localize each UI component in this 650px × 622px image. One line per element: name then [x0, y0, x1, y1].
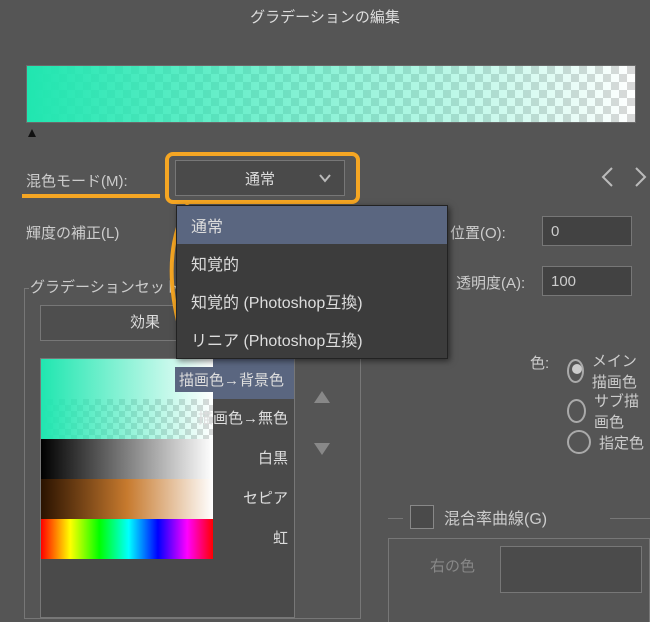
gradient-preview[interactable] [26, 65, 636, 123]
preset-item[interactable]: 描画色→無色 [41, 399, 294, 439]
blend-mode-option[interactable]: 通常 [177, 206, 447, 244]
opacity-label: 透明度(A): [456, 272, 525, 293]
group-border [610, 518, 650, 519]
blend-curve-checkbox[interactable]: 混合率曲線(G) [410, 505, 547, 529]
prev-stop-button[interactable] [600, 166, 616, 194]
preset-label: セピア [243, 487, 288, 508]
preset-list[interactable]: 描画色→背景色 描画色→無色 白黒 セピア [40, 358, 295, 618]
preset-item[interactable]: 虹 [41, 519, 294, 559]
blend-mode-option[interactable]: 知覚的 [177, 244, 447, 282]
gradient-stop-markers[interactable] [26, 126, 636, 138]
radio-label: メイン描画色 [592, 350, 650, 392]
annotation-underline [22, 194, 160, 198]
blend-mode-label: 混色モード(M): [26, 170, 128, 191]
right-color-label: 右の色 [430, 555, 475, 576]
preset-label: 描画色→背景色 [175, 367, 288, 392]
window-title: グラデーションの編集 [0, 6, 650, 27]
brightness-correction-label: 輝度の補正(L) [26, 222, 119, 243]
position-input[interactable] [542, 216, 632, 246]
preset-item[interactable]: 白黒 [41, 439, 294, 479]
color-radio-sub[interactable]: サブ描画色 [567, 390, 650, 432]
right-color-field[interactable] [500, 546, 642, 593]
gradation-set-label: グラデーションセット [30, 276, 180, 297]
preset-swatch [41, 439, 213, 479]
group-border [388, 518, 403, 519]
chevron-down-icon [318, 171, 332, 188]
radio-icon [567, 359, 584, 383]
preset-label: 虹 [273, 527, 288, 548]
preset-swatch [41, 479, 213, 519]
position-label: 位置(O): [450, 222, 506, 243]
checkbox-label: 混合率曲線(G) [444, 505, 547, 529]
checkbox-icon [410, 505, 434, 529]
color-radio-spec[interactable]: 指定色 [567, 430, 644, 454]
blend-mode-option[interactable]: 知覚的 (Photoshop互換) [177, 282, 447, 320]
color-radio-main[interactable]: メイン描画色 [567, 350, 650, 392]
gradient-preview-swatch [27, 66, 635, 122]
preset-swatch [41, 519, 213, 559]
color-label: 色: [530, 352, 549, 373]
move-down-button[interactable] [312, 438, 332, 464]
preset-item[interactable]: 描画色→背景色 [41, 359, 294, 399]
radio-icon [567, 430, 591, 454]
opacity-input[interactable] [542, 266, 632, 296]
preset-label: 白黒 [258, 447, 288, 468]
next-stop-button[interactable] [632, 166, 648, 194]
preset-label: 描画色→無色 [198, 407, 288, 428]
blend-mode-menu[interactable]: 通常 知覚的 知覚的 (Photoshop互換) リニア (Photoshop互… [176, 205, 448, 359]
radio-icon [567, 399, 586, 423]
blend-mode-dropdown[interactable]: 通常 [175, 160, 345, 196]
preset-swatch [41, 399, 213, 439]
radio-label: サブ描画色 [594, 390, 650, 432]
move-up-button[interactable] [312, 388, 332, 414]
radio-label: 指定色 [599, 432, 644, 453]
blend-mode-option[interactable]: リニア (Photoshop互換) [177, 320, 447, 358]
preset-item[interactable]: セピア [41, 479, 294, 519]
